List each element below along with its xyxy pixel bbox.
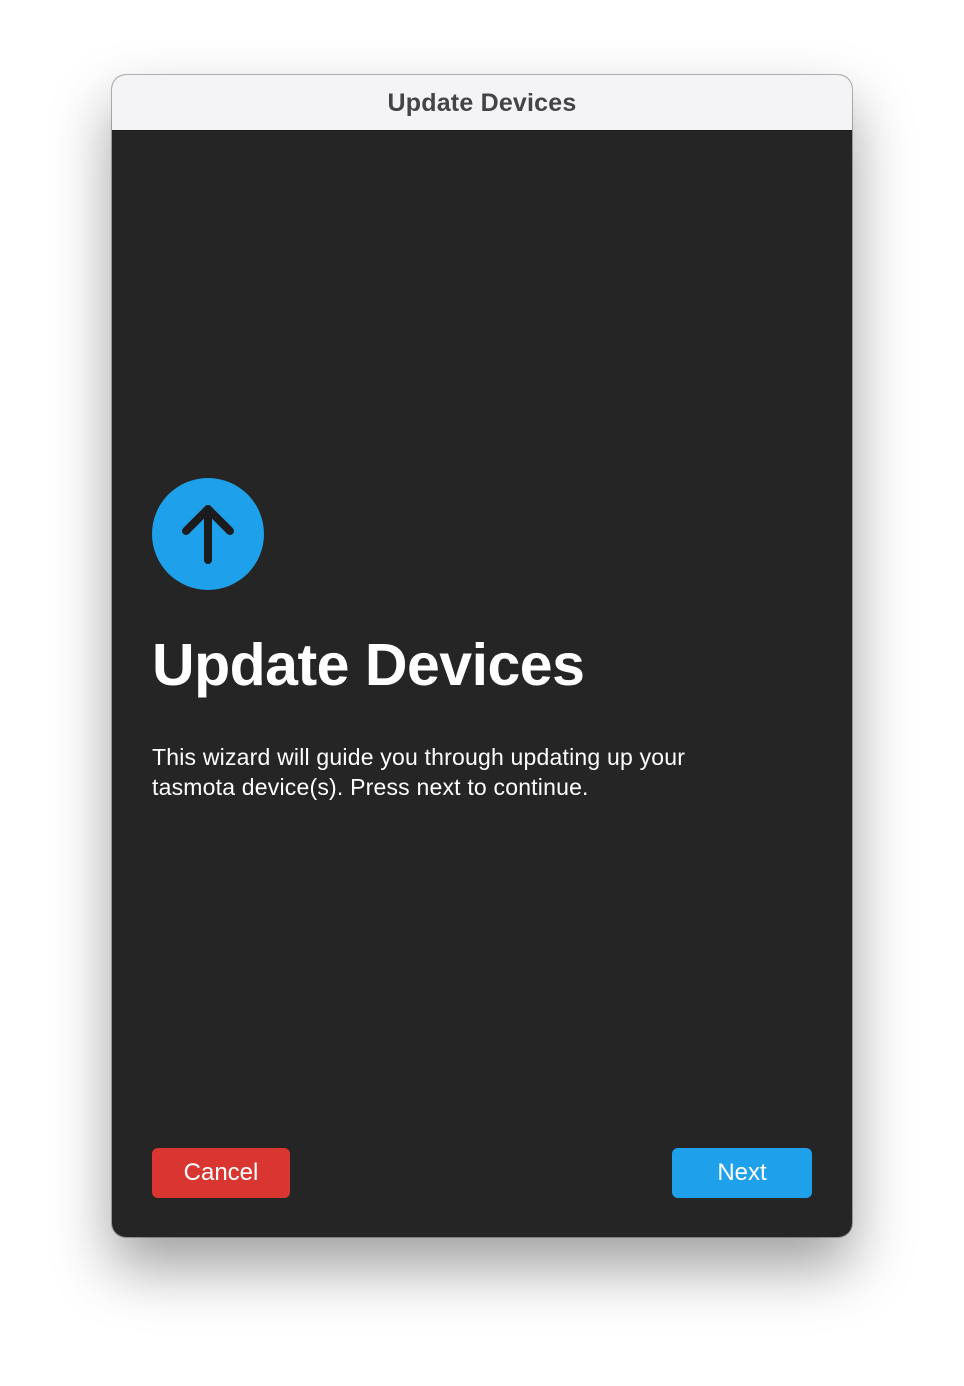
window-title: Update Devices: [387, 89, 577, 117]
arrow-up-circle-icon: [152, 478, 264, 590]
title-bar[interactable]: Update Devices: [112, 75, 852, 131]
description-text: This wizard will guide you through updat…: [152, 744, 686, 800]
next-button[interactable]: Next: [672, 1148, 812, 1198]
wizard-window: Update Devices Update Devices This wizar…: [112, 75, 852, 1237]
arrow-up-icon: [182, 505, 234, 564]
cancel-button[interactable]: Cancel: [152, 1148, 290, 1198]
wizard-content: Update Devices This wizard will guide yo…: [112, 131, 852, 1237]
page-heading: Update Devices: [152, 632, 585, 698]
